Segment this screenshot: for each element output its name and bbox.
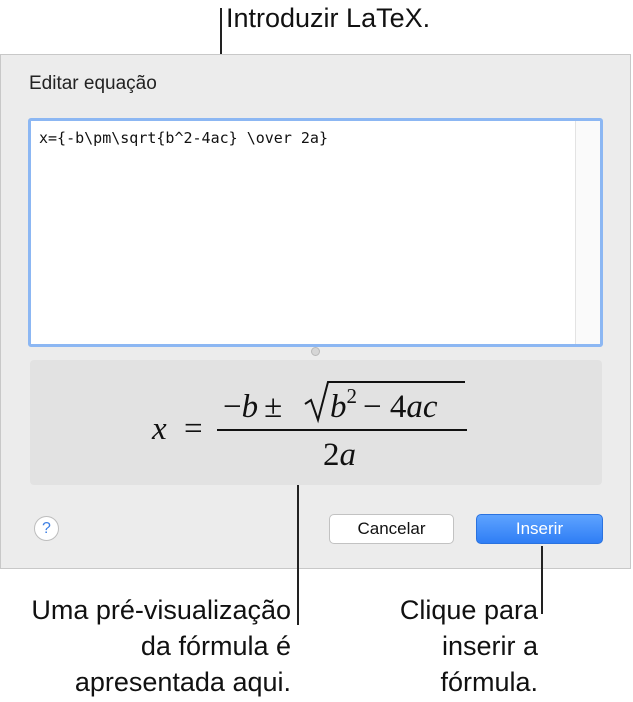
callout-insert-line-2: inserir a: [441, 631, 538, 661]
cancel-button[interactable]: Cancelar: [329, 514, 454, 544]
callout-insert-line-1: Clique para: [399, 595, 538, 625]
latex-editor[interactable]: x={-b\pm\sqrt{b^2-4ac} \over 2a}: [28, 118, 603, 347]
formula-denominator: 2a: [323, 437, 356, 473]
callout-insert: Clique para inserir a fórmula.: [340, 592, 538, 700]
callout-insert-line-3: fórmula.: [440, 667, 538, 697]
leader-line-insert: [541, 546, 543, 614]
formula-preview: x = −b ± b2− 4ac 2a: [30, 360, 602, 485]
callout-preview-line-1: Uma pré-visualização: [31, 595, 291, 625]
callout-preview-line-3: apresentada aqui.: [74, 667, 291, 697]
editor-scrollbar[interactable]: [575, 121, 600, 344]
insert-button[interactable]: Inserir: [476, 514, 603, 544]
callout-enter-latex-text: Introduzir LaTeX.: [226, 3, 431, 33]
formula-radicand: b2− 4ac: [330, 384, 438, 425]
dialog-title: Editar equação: [29, 73, 157, 94]
formula-numerator: −b ±: [223, 389, 282, 425]
callout-enter-latex: Introduzir LaTeX.: [226, 0, 430, 36]
formula-preview-render: x = −b ± b2− 4ac 2a: [151, 381, 467, 473]
latex-editor-text[interactable]: x={-b\pm\sqrt{b^2-4ac} \over 2a}: [39, 129, 328, 147]
leader-line-preview: [297, 485, 299, 625]
help-button[interactable]: ?: [34, 516, 59, 541]
question-mark-icon: ?: [42, 520, 51, 537]
formula-equals: =: [184, 411, 203, 447]
callout-preview-line-2: da fórmula é: [140, 631, 291, 661]
callout-preview: Uma pré-visualização da fórmula é aprese…: [0, 592, 291, 700]
edit-equation-dialog: Editar equação x={-b\pm\sqrt{b^2-4ac} \o…: [0, 54, 631, 569]
formula-lhs: x: [151, 411, 167, 447]
fraction-bar: [217, 429, 467, 431]
resize-handle[interactable]: [311, 347, 320, 356]
